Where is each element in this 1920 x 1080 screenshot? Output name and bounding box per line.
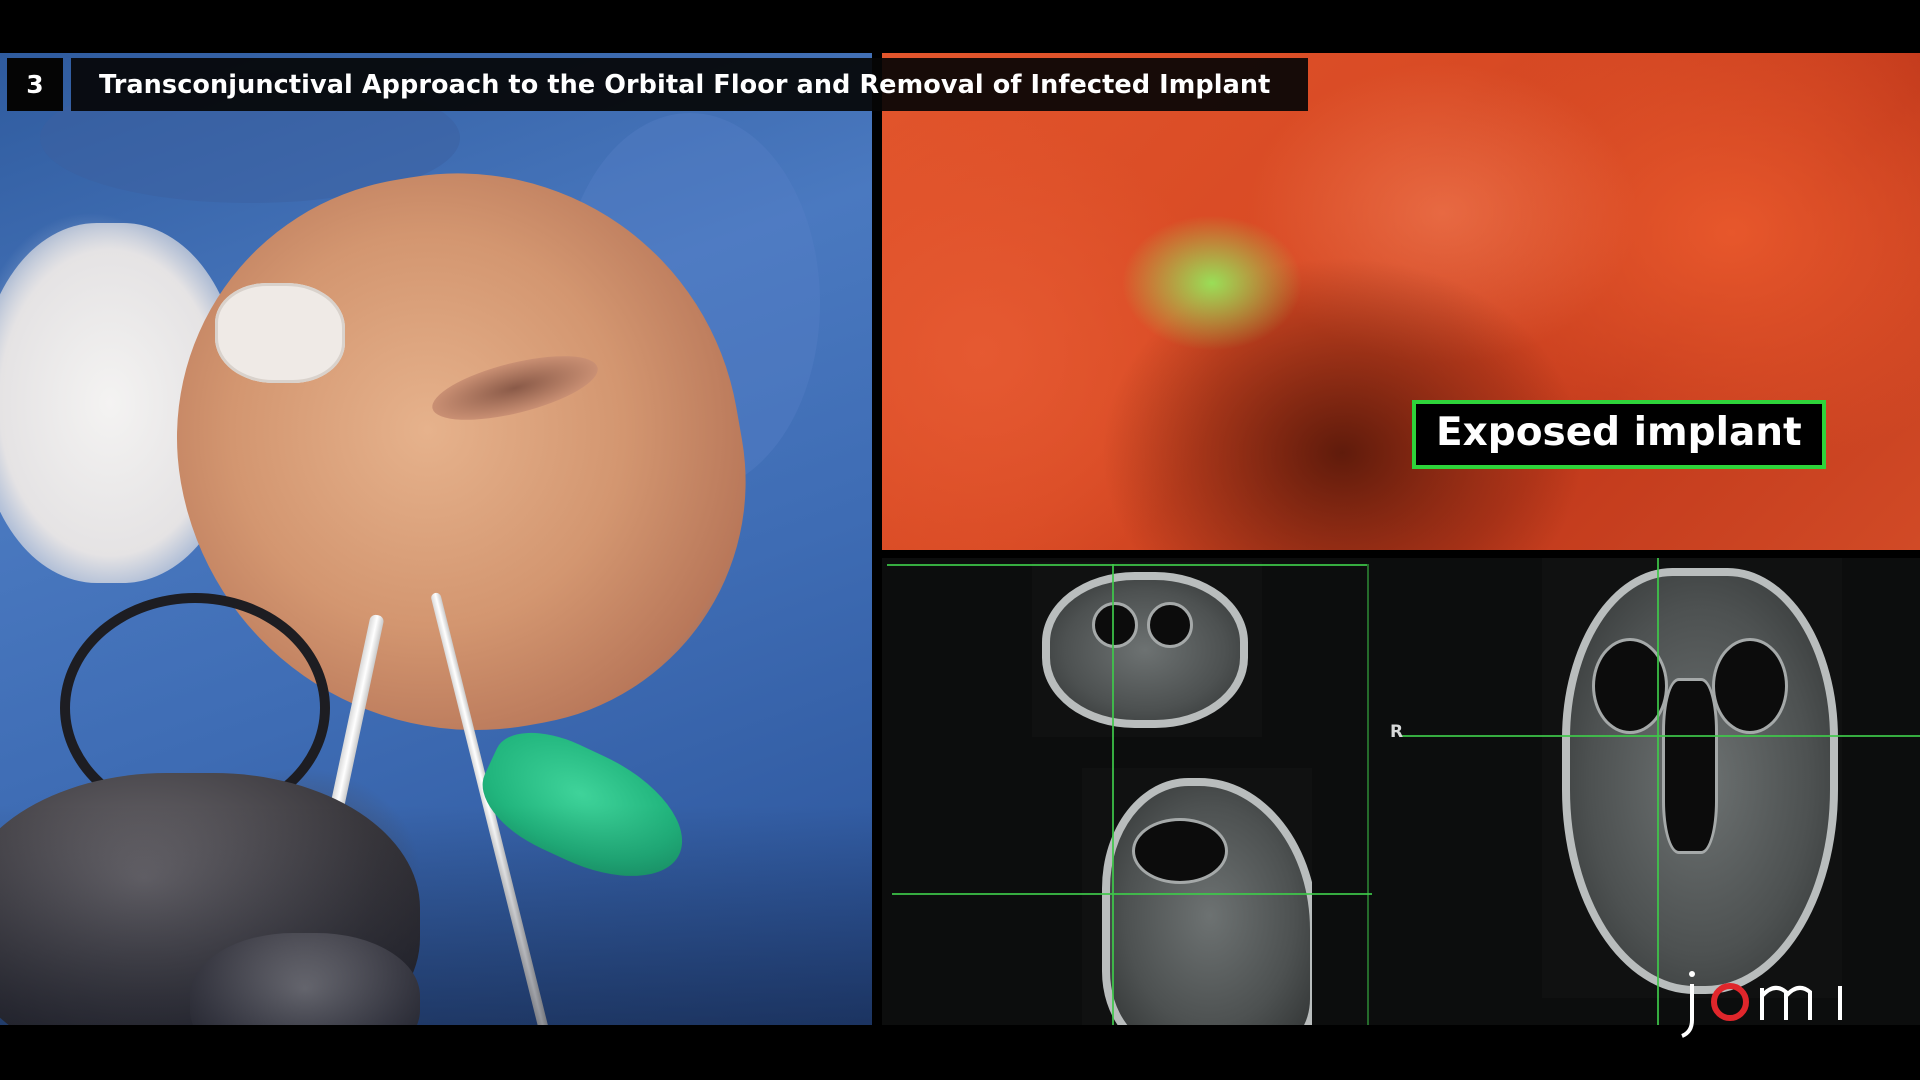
forehead-electrode <box>215 283 345 383</box>
exposed-implant-label: Exposed implant <box>1412 400 1826 469</box>
jomi-logo <box>1681 971 1842 1038</box>
chapter-title: Transconjunctival Approach to the Orbita… <box>71 58 1309 111</box>
guide-line-vertical-left <box>1112 564 1114 1025</box>
endoscope-view-panel: Exposed implant <box>882 53 1920 550</box>
axial-cavity-right <box>1147 602 1193 648</box>
title-gap <box>63 58 71 111</box>
sagittal-skull <box>1102 778 1312 1025</box>
guide-line-top <box>887 564 1367 566</box>
chapter-number: 3 <box>7 58 63 111</box>
axial-skull <box>1042 572 1248 728</box>
sagittal-sinus <box>1132 818 1228 884</box>
logo-m-stroke <box>1760 985 1812 1020</box>
ct-coronal-view <box>1542 558 1842 998</box>
panel-shadow <box>0 805 872 1025</box>
guide-line-vertical-mid <box>1367 564 1369 1025</box>
logo-j-stroke <box>1681 984 1694 1038</box>
coronal-nasal-cavity <box>1662 678 1718 854</box>
orientation-marker: R <box>1390 722 1404 742</box>
video-frame: Exposed implant R 3 Transconjunctival Ap… <box>0 0 1920 1080</box>
guide-line-horizontal-bottom <box>892 893 1372 895</box>
chapter-title-bar: 3 Transconjunctival Approach to the Orbi… <box>7 58 1309 111</box>
logo-j-dot <box>1689 971 1695 977</box>
axial-cavity-left <box>1092 602 1138 648</box>
guide-line-vertical-right <box>1657 558 1659 1025</box>
ct-scan-panel: R <box>882 558 1920 1025</box>
guide-line-horizontal-right <box>1402 735 1920 737</box>
logo-o-ring <box>1711 983 1749 1021</box>
surgical-view-panel <box>0 53 872 1025</box>
ct-sagittal-view <box>1082 768 1312 1025</box>
coronal-orbit-right <box>1712 638 1788 734</box>
ct-axial-view <box>1032 562 1262 737</box>
